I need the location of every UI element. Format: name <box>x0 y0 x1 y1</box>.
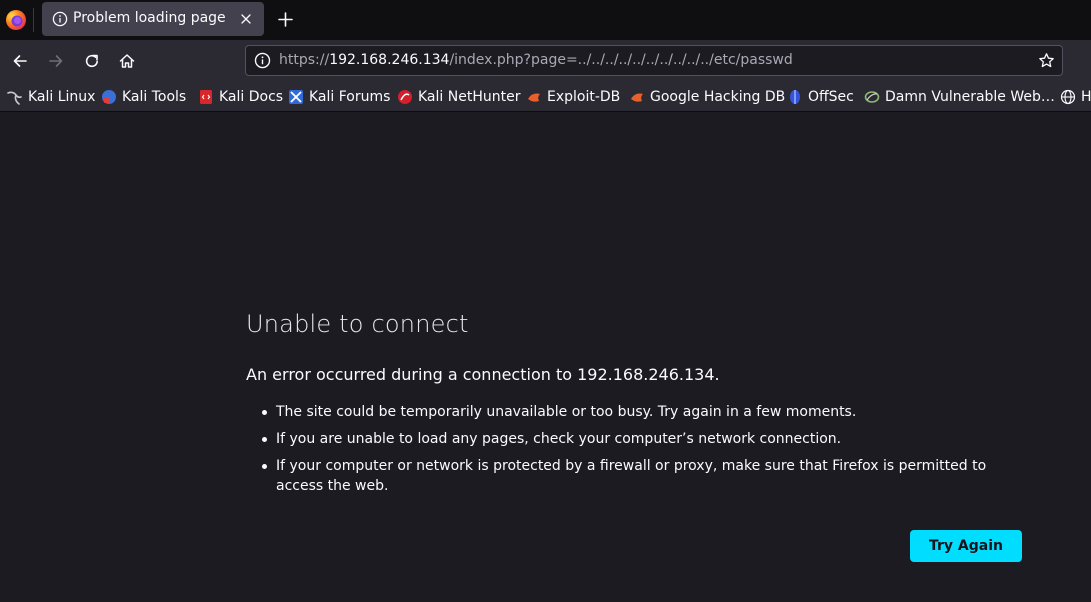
address-bar[interactable]: https://192.168.246.134/index.php?page=.… <box>245 45 1063 76</box>
bookmark-label: OffSec <box>808 89 854 105</box>
url-host: 192.168.246.134 <box>329 52 450 68</box>
error-suggestions: The site could be temporarily unavailabl… <box>262 402 1032 503</box>
bookmark-label: Kali Tools <box>122 89 187 105</box>
reload-icon[interactable] <box>83 52 101 70</box>
info-icon <box>52 11 68 27</box>
error-description: An error occurred during a connection to… <box>246 365 720 384</box>
star-icon[interactable] <box>1038 52 1055 69</box>
bookmark-label: Kali Forums <box>309 89 391 105</box>
ghdb-icon <box>631 93 643 102</box>
bookmark-kali-tools[interactable]: Kali Tools <box>101 88 186 106</box>
bookmark-ha[interactable]: Ha <box>1060 88 1091 106</box>
nethunter-icon <box>398 90 412 104</box>
bookmark-offsec[interactable]: OffSec <box>787 88 854 106</box>
site-info-icon[interactable] <box>254 52 271 69</box>
kali-forums-icon <box>289 90 303 104</box>
error-page: Unable to connect An error occurred duri… <box>0 112 1091 602</box>
navigation-toolbar: https://192.168.246.134/index.php?page=.… <box>0 40 1091 82</box>
home-icon[interactable] <box>118 52 136 70</box>
plus-icon[interactable] <box>277 11 294 28</box>
exploit-db-icon <box>528 93 540 102</box>
kali-dragon-icon <box>7 91 22 105</box>
back-arrow-icon[interactable] <box>11 52 29 70</box>
offsec-icon <box>790 90 800 104</box>
tab-separator <box>33 8 34 32</box>
tab-strip: Problem loading page <box>0 0 1091 40</box>
kali-docs-icon <box>200 90 212 104</box>
bookmark-kali-nethunter[interactable]: Kali NetHunter <box>397 88 520 106</box>
bookmark-label: Kali Linux <box>28 89 96 105</box>
bookmark-label: Damn Vulnerable Web… <box>885 89 1055 105</box>
url-text[interactable]: https://192.168.246.134/index.php?page=.… <box>279 52 793 68</box>
try-again-button[interactable]: Try Again <box>910 530 1022 562</box>
close-icon[interactable] <box>238 11 254 27</box>
error-title: Unable to connect <box>246 310 469 338</box>
firefox-logo-icon[interactable] <box>5 9 27 31</box>
list-item: If you are unable to load any pages, che… <box>262 429 1032 449</box>
dvwa-icon <box>864 91 880 103</box>
bookmark-label: Google Hacking DB <box>650 89 786 105</box>
tab-title: Problem loading page <box>73 10 226 26</box>
bookmarks-toolbar: Kali Linux Kali Tools Kali Docs Kali For… <box>0 82 1091 112</box>
url-scheme: https:// <box>279 52 330 68</box>
bookmark-kali-docs[interactable]: Kali Docs <box>198 88 283 106</box>
bookmark-google-hacking-db[interactable]: Google Hacking DB <box>629 88 785 106</box>
list-item: The site could be temporarily unavailabl… <box>262 402 1032 422</box>
bookmark-kali-linux[interactable]: Kali Linux <box>7 88 95 106</box>
bookmark-kali-forums[interactable]: Kali Forums <box>288 88 390 106</box>
bookmark-exploit-db[interactable]: Exploit-DB <box>526 88 620 106</box>
globe-icon <box>1060 89 1076 105</box>
kali-tools-icon <box>102 90 116 104</box>
bookmark-label: Kali Docs <box>219 89 284 105</box>
tab-problem-loading[interactable]: Problem loading page <box>42 2 264 36</box>
bookmark-label: Ha <box>1081 89 1091 105</box>
forward-arrow-icon[interactable] <box>47 52 65 70</box>
bookmark-dvwa[interactable]: Damn Vulnerable Web… <box>864 88 1055 106</box>
url-path: /index.php?page=../../../../../../../../… <box>449 52 793 68</box>
list-item: If your computer or network is protected… <box>262 456 1032 496</box>
bookmark-label: Kali NetHunter <box>418 89 521 105</box>
bookmark-label: Exploit-DB <box>547 89 621 105</box>
